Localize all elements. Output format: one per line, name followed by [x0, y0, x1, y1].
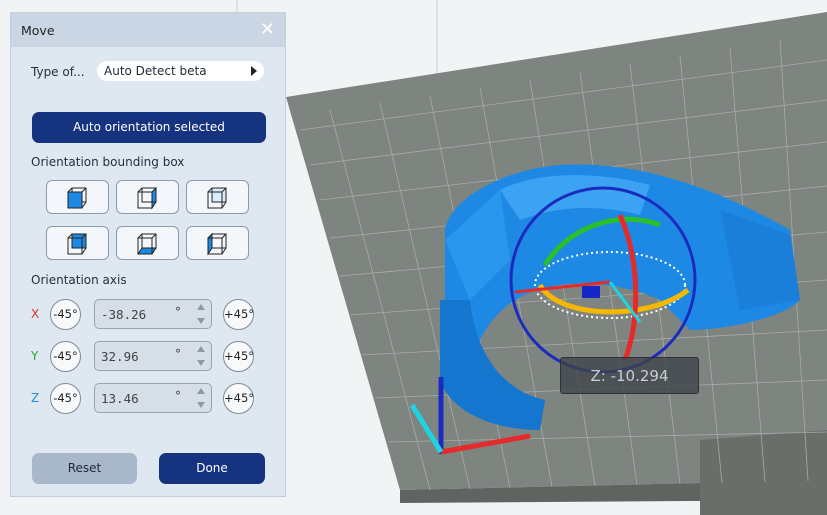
chevron-right-icon [251, 66, 257, 76]
panel-titlebar: Move ✕ [11, 13, 285, 47]
y-plus-45-button[interactable]: +45° [223, 341, 254, 372]
bbox-button-6[interactable] [186, 226, 249, 260]
y-minus-45-button[interactable]: -45° [50, 341, 81, 372]
z-plus-45-button[interactable]: +45° [223, 383, 254, 414]
cube-icon [67, 187, 87, 209]
close-icon[interactable]: ✕ [260, 19, 275, 40]
reset-button[interactable]: Reset [32, 453, 137, 484]
cube-icon [137, 233, 157, 255]
degree-unit: ° [175, 347, 181, 361]
plate-stand [700, 430, 827, 515]
move-panel: Move ✕ Type of... Auto Detect beta Auto … [10, 12, 286, 497]
axis-x-label: X [31, 307, 40, 321]
bbox-button-1[interactable] [46, 180, 109, 214]
stepper-up-icon[interactable] [197, 304, 205, 310]
stepper-down-icon[interactable] [197, 360, 205, 366]
stepper-down-icon[interactable] [197, 318, 205, 324]
cube-icon [67, 233, 87, 255]
degree-unit: ° [175, 305, 181, 319]
coordinate-readout: Z: -10.294 [560, 357, 699, 394]
y-angle-value: 32.96 [101, 349, 139, 364]
auto-orientation-button[interactable]: Auto orientation selected [32, 112, 266, 143]
x-plus-45-button[interactable]: +45° [223, 299, 254, 330]
stepper-up-icon[interactable] [197, 388, 205, 394]
axis-y-label: Y [31, 349, 39, 363]
z-angle-input[interactable]: 13.46 ° [94, 383, 212, 413]
y-angle-input[interactable]: 32.96 ° [94, 341, 212, 371]
degree-unit: ° [175, 389, 181, 403]
z-minus-45-button[interactable]: -45° [50, 383, 81, 414]
stepper-down-icon[interactable] [197, 402, 205, 408]
type-dropdown[interactable]: Auto Detect beta [97, 61, 264, 81]
bbox-button-5[interactable] [116, 226, 179, 260]
type-label: Type of... [31, 65, 85, 79]
x-angle-value: -38.26 [101, 307, 147, 322]
done-button[interactable]: Done [159, 453, 265, 484]
x-angle-input[interactable]: -38.26 ° [94, 299, 212, 329]
orientation-axis-label: Orientation axis [31, 273, 127, 287]
cube-icon [137, 186, 157, 210]
bbox-button-4[interactable] [46, 226, 109, 260]
bbox-button-3[interactable] [186, 180, 249, 214]
type-value: Auto Detect beta [104, 64, 207, 78]
z-angle-value: 13.46 [101, 391, 139, 406]
axis-z-label: Z [31, 391, 40, 405]
bbox-label: Orientation bounding box [31, 155, 185, 169]
stepper-up-icon[interactable] [197, 346, 205, 352]
cube-icon [207, 232, 227, 256]
bbox-button-2[interactable] [116, 180, 179, 214]
x-minus-45-button[interactable]: -45° [50, 299, 81, 330]
cube-icon [207, 187, 227, 209]
panel-title: Move [21, 23, 55, 38]
